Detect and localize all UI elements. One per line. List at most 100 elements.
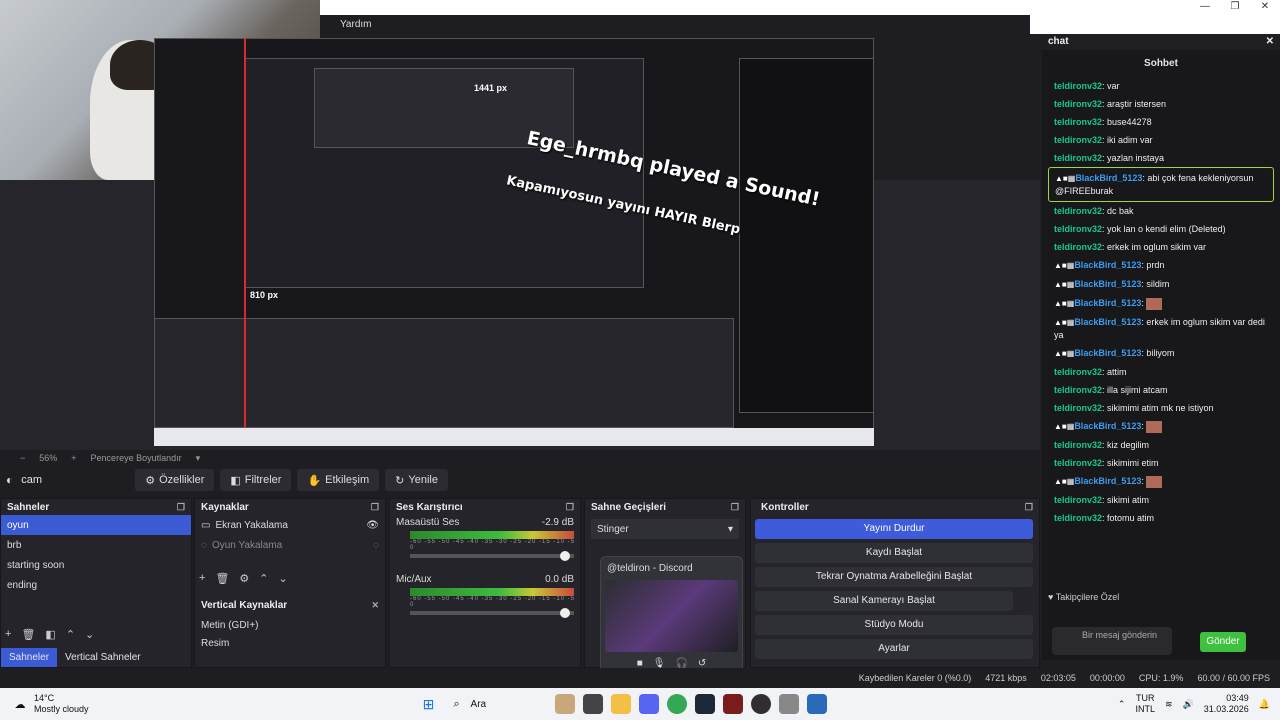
language-2[interactable]: INTL [1135,704,1155,715]
refresh-icon: ↻ [395,474,405,487]
chat-username[interactable]: BlackBird_5123 [1074,298,1141,308]
chat-username[interactable]: teldironv32 [1054,135,1102,145]
gear-icon[interactable]: ⚙ [239,572,249,585]
chat-username[interactable]: BlackBird_5123 [1074,260,1141,270]
virtual-camera-button[interactable]: Sanal Kamerayı Başlat [755,591,1013,611]
chat-username[interactable]: teldironv32 [1054,440,1102,450]
chat-username[interactable]: teldironv32 [1054,99,1102,109]
dock-float-icon[interactable]: ❐ [731,502,739,513]
notification-icon[interactable]: 🔔 [1259,699,1270,710]
zoom-plus[interactable]: + [71,453,76,463]
menu-help[interactable]: Yardım [340,19,372,30]
volume-slider-mic[interactable] [410,608,574,618]
eye-icon[interactable]: 👁 [366,520,379,531]
add-icon[interactable]: + [199,572,205,585]
chat-username[interactable]: teldironv32 [1054,495,1102,505]
chat-username[interactable]: teldironv32 [1054,403,1102,413]
weather-icon[interactable]: ☁ [10,694,30,714]
discord-icon[interactable] [638,694,659,714]
chevron-up-icon[interactable]: ⌃ [1118,699,1126,710]
up-icon[interactable]: ⌃ [66,628,75,641]
tab-vertical-scenes[interactable]: Vertical Sahneler [57,648,149,667]
replay-buffer-button[interactable]: Tekrar Oynatma Arabelleğini Başlat [755,567,1033,587]
chat-username[interactable]: teldironv32 [1054,224,1102,234]
folder-icon[interactable] [610,694,631,714]
chat-username[interactable]: teldironv32 [1054,81,1102,91]
taskbar-search[interactable]: Ara [471,699,551,710]
chat-username[interactable]: BlackBird_5123 [1074,317,1141,327]
vertical-source-resim[interactable]: Resim [195,633,385,653]
close-icon[interactable]: ✕ [371,600,379,611]
chat-username[interactable]: teldironv32 [1054,367,1102,377]
chat-username[interactable]: BlackBird_5123 [1074,476,1141,486]
chat-username[interactable]: BlackBird_5123 [1074,348,1141,358]
fit-window[interactable]: Pencereye Boyutlandır [91,453,182,463]
volume-icon[interactable]: 🔊 [1183,699,1194,710]
trash-icon[interactable]: 🗑 [21,628,35,641]
stop-stream-button[interactable]: Yayını Durdur [755,519,1033,539]
up-icon[interactable]: ⌃ [259,572,268,585]
app-icon-2[interactable] [582,694,603,714]
vertical-source-metin[interactable]: Metin (GDI+) [195,615,385,635]
trash-icon[interactable]: 🗑 [215,572,229,585]
settings-icon[interactable] [778,694,799,714]
scene-item-starting-soon[interactable]: starting soon [1,555,191,575]
transition-select[interactable]: Stinger ▾ [591,519,739,539]
start-recording-button[interactable]: Kaydı Başlat [755,543,1033,563]
minimize-icon[interactable]: — [1190,0,1220,14]
windows-start-icon[interactable]: ⊞ [419,694,439,714]
meter-scale: -60 -55 -50 -45 -40 -35 -30 -25 -20 -15 … [410,596,576,608]
down-icon[interactable]: ⌄ [85,628,94,641]
zoom-minus[interactable]: − [20,453,25,463]
source-item-oyun[interactable]: ◌ Oyun Yakalama ◌ [195,535,385,555]
app-icon-3[interactable] [722,694,743,714]
volume-slider-desktop[interactable] [410,551,574,561]
filter-icon[interactable]: ◧ [45,628,55,641]
down-icon[interactable]: ⌄ [279,572,288,585]
obs-icon[interactable] [750,694,771,714]
program-preview[interactable]: 1441 px 810 px Ege_hrmbq played a Sound!… [154,38,874,446]
chat-username[interactable]: teldironv32 [1054,206,1102,216]
close-icon[interactable]: ✕ [1266,36,1274,47]
source-item-ekran[interactable]: ▭ Ekran Yakalama 👁 [195,515,385,535]
chrome-icon[interactable] [666,694,687,714]
refresh-button[interactable]: ↻ Yenile [385,469,448,491]
scene-item-oyun[interactable]: oyun [1,515,191,535]
chat-username[interactable]: teldironv32 [1054,153,1102,163]
maximize-icon[interactable]: ❐ [1220,0,1250,14]
scene-item-ending[interactable]: ending [1,575,191,595]
filters-button[interactable]: ◧ Filtreler [220,469,292,491]
search-icon[interactable]: ⌕ [447,694,467,714]
send-button[interactable]: Gönder [1200,632,1246,652]
steam-icon[interactable] [694,694,715,714]
chat-username[interactable]: teldironv32 [1054,513,1102,523]
close-icon[interactable]: ✕ [1250,0,1280,14]
add-icon[interactable]: + [5,628,11,641]
language-1[interactable]: TUR [1135,693,1155,704]
chat-username[interactable]: teldironv32 [1054,458,1102,468]
settings-button[interactable]: Ayarlar [755,639,1033,659]
dock-float-icon[interactable]: ❐ [1025,502,1033,513]
wifi-icon[interactable]: ≋ [1165,699,1173,710]
interact-button[interactable]: ✋ Etkileşim [297,469,380,491]
chat-username[interactable]: teldironv32 [1054,385,1102,395]
discord-popup[interactable]: @teldiron - Discord ■ 🎙 🎧 ↺ [600,556,743,679]
chat-username[interactable]: teldironv32 [1054,242,1102,252]
chat-username[interactable]: BlackBird_5123 [1074,421,1141,431]
dock-float-icon[interactable]: ❐ [371,502,379,513]
app-icon-4[interactable] [806,694,827,714]
properties-button[interactable]: ⚙ Özellikler [135,469,215,491]
studio-mode-button[interactable]: Stüdyo Modu [755,615,1033,635]
tab-scenes[interactable]: Sahneler [1,648,58,667]
app-icon-1[interactable] [554,694,575,714]
chat-username[interactable]: BlackBird_5123 [1075,173,1142,183]
chat-input[interactable]: Bir mesaj gönderin [1052,627,1172,655]
eye-hidden-icon[interactable]: ◌ [373,540,379,551]
chevron-down-icon[interactable]: ▾ [196,453,201,464]
dock-float-icon[interactable]: ❐ [566,502,574,513]
scene-item-brb[interactable]: brb [1,535,191,555]
chat-username[interactable]: teldironv32 [1054,117,1102,127]
chat-message: ▲■▦ BlackBird_5123: biliyom [1054,348,1175,358]
chat-username[interactable]: BlackBird_5123 [1074,279,1141,289]
dock-float-icon[interactable]: ❐ [177,502,185,513]
